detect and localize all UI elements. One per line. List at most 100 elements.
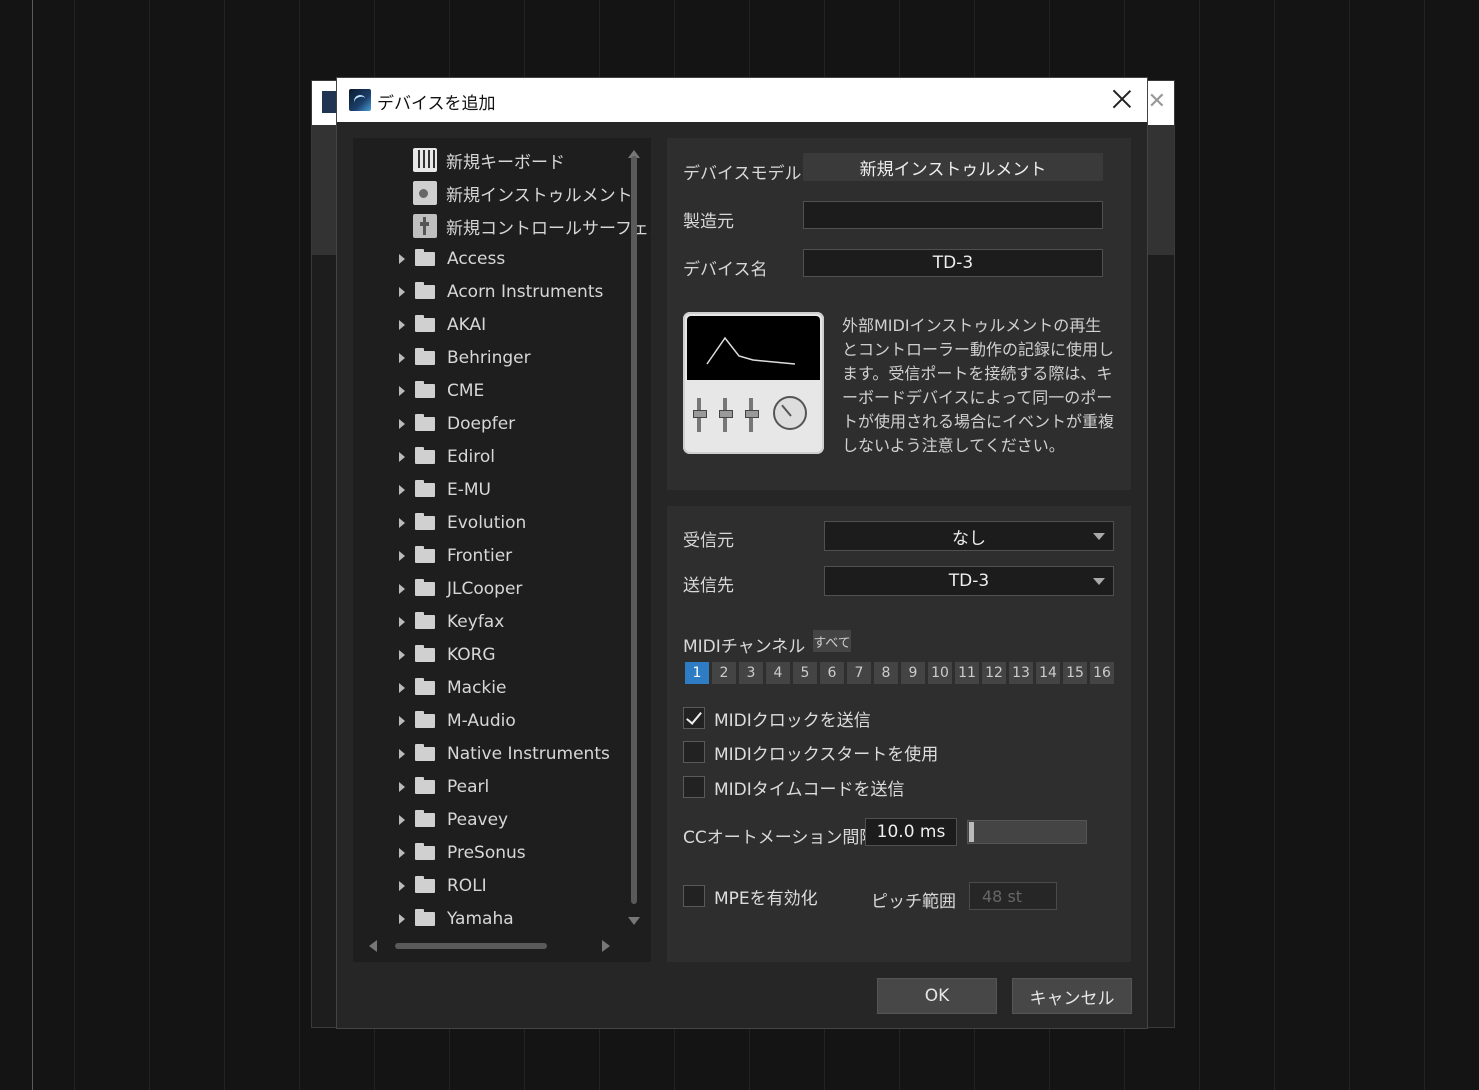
tree-folder-item[interactable]: Access [399,244,505,274]
midi-clock-option[interactable]: MIDIクロックを送信 [683,705,871,731]
tree-item-new-control-surface[interactable]: 新規コントロールサーフェス [413,211,651,241]
expand-arrow-icon[interactable] [399,914,405,924]
midi-channel-button[interactable]: 2 [712,662,736,684]
tree-folder-item[interactable]: Frontier [399,541,512,571]
expand-arrow-icon[interactable] [399,518,405,528]
expand-arrow-icon[interactable] [399,617,405,627]
midi-timecode-option[interactable]: MIDIタイムコードを送信 [683,774,904,800]
expand-arrow-icon[interactable] [399,452,405,462]
midi-channel-button[interactable]: 14 [1036,662,1060,684]
device-name-field[interactable]: TD-3 [803,249,1103,277]
tree-folder-item[interactable]: Edirol [399,442,495,472]
midi-channel-button[interactable]: 13 [1009,662,1033,684]
expand-arrow-icon[interactable] [399,287,405,297]
mpe-checkbox[interactable] [683,885,705,907]
scroll-left-arrow-icon[interactable] [369,940,377,952]
folder-icon [415,909,435,926]
tree-folder-item[interactable]: PreSonus [399,838,526,868]
expand-arrow-icon[interactable] [399,419,405,429]
tree-folder-item[interactable]: Doepfer [399,409,515,439]
midi-clock-label: MIDIクロックを送信 [714,710,871,731]
tree-folder-item[interactable]: Peavey [399,805,508,835]
tree-folder-item[interactable]: Behringer [399,343,531,373]
folder-icon [415,480,435,497]
folder-icon [415,348,435,365]
device-tree[interactable]: 新規キーボード 新規インストゥルメント 新規コントロールサーフェス Access… [353,138,651,962]
maker-field[interactable] [803,201,1103,229]
midi-channel-button[interactable]: 15 [1063,662,1087,684]
expand-arrow-icon[interactable] [399,353,405,363]
midi-channel-button[interactable]: 10 [928,662,952,684]
horizontal-scrollbar[interactable] [395,943,547,949]
slider-thumb[interactable] [969,822,974,842]
tree-folder-item[interactable]: KORG [399,640,496,670]
cc-automation-slider[interactable] [967,820,1087,844]
expand-arrow-icon[interactable] [399,650,405,660]
ok-button[interactable]: OK [877,978,997,1014]
midi-channel-button[interactable]: 3 [739,662,763,684]
tree-folder-item[interactable]: Native Instruments [399,739,610,769]
tree-item-label: 新規コントロールサーフェス [446,218,651,239]
tree-folder-item[interactable]: Acorn Instruments [399,277,603,307]
tree-folder-item[interactable]: Pearl [399,772,489,802]
tree-folder-item[interactable]: E-MU [399,475,491,505]
midi-clock-checkbox[interactable] [683,707,705,729]
folder-icon [415,249,435,266]
tree-folder-item[interactable]: JLCooper [399,574,522,604]
midi-channel-button[interactable]: 6 [820,662,844,684]
expand-arrow-icon[interactable] [399,386,405,396]
tree-folder-item[interactable]: ROLI [399,871,487,901]
expand-arrow-icon[interactable] [399,749,405,759]
tree-folder-item[interactable]: CME [399,376,484,406]
receive-select[interactable]: なし [824,521,1114,551]
close-icon[interactable] [1109,86,1135,112]
send-select[interactable]: TD-3 [824,566,1114,596]
background-close-icon[interactable]: ✕ [1148,89,1166,114]
expand-arrow-icon[interactable] [399,815,405,825]
midi-clock-start-option[interactable]: MIDIクロックスタートを使用 [683,739,938,765]
midi-timecode-checkbox[interactable] [683,776,705,798]
mpe-option[interactable]: MPEを有効化 [683,883,818,909]
midi-channel-button[interactable]: 9 [901,662,925,684]
expand-arrow-icon[interactable] [399,881,405,891]
expand-arrow-icon[interactable] [399,584,405,594]
tree-folder-label: AKAI [447,315,487,335]
cc-automation-input[interactable]: 10.0 ms [865,818,957,846]
expand-arrow-icon[interactable] [399,551,405,561]
receive-label: 受信元 [683,531,734,551]
midi-channel-button[interactable]: 5 [793,662,817,684]
folder-icon [415,711,435,728]
tree-folder-item[interactable]: Yamaha [399,904,514,934]
midi-channel-button[interactable]: 4 [766,662,790,684]
expand-arrow-icon[interactable] [399,782,405,792]
scroll-down-arrow-icon[interactable] [628,917,640,925]
tree-item-new-keyboard[interactable]: 新規キーボード [413,145,565,175]
tree-folder-item[interactable]: Evolution [399,508,526,538]
tree-folder-item[interactable]: M-Audio [399,706,516,736]
cancel-button[interactable]: キャンセル [1012,978,1132,1014]
vertical-scrollbar[interactable] [631,156,637,904]
tree-folder-label: Mackie [447,678,507,698]
tree-folder-item[interactable]: Mackie [399,673,506,703]
expand-arrow-icon[interactable] [399,683,405,693]
expand-arrow-icon[interactable] [399,320,405,330]
midi-channel-button[interactable]: 12 [982,662,1006,684]
midi-clock-start-checkbox[interactable] [683,741,705,763]
expand-arrow-icon[interactable] [399,848,405,858]
tree-item-new-instrument[interactable]: 新規インストゥルメント [413,178,633,208]
expand-arrow-icon[interactable] [399,716,405,726]
midi-channel-button[interactable]: 8 [874,662,898,684]
midi-channel-button[interactable]: 11 [955,662,979,684]
midi-channel-button[interactable]: 7 [847,662,871,684]
app-logo-icon [349,89,371,111]
midi-channel-button[interactable]: 1 [685,662,709,684]
tree-folder-item[interactable]: AKAI [399,310,486,340]
scroll-right-arrow-icon[interactable] [602,940,610,952]
all-channels-button[interactable]: すべて [813,630,851,652]
send-value: TD-3 [948,571,990,591]
tree-folder-item[interactable]: Keyfax [399,607,504,637]
midi-channel-button[interactable]: 16 [1090,662,1114,684]
folder-icon [415,447,435,464]
expand-arrow-icon[interactable] [399,485,405,495]
expand-arrow-icon[interactable] [399,254,405,264]
